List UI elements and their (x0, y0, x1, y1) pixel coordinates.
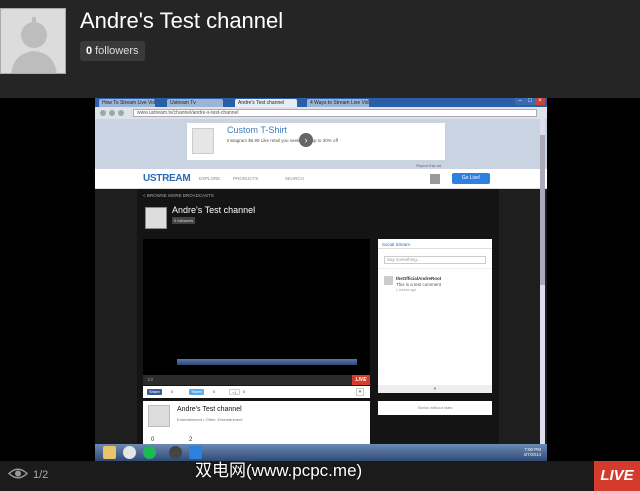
inner-scrollbar (540, 119, 545, 444)
tshirt-icon (192, 128, 214, 154)
viewer-count: 1/2 (33, 469, 49, 481)
chrome-icon (123, 446, 136, 459)
url-field: www.ustream.tv/channel/andre-s-test-chan… (133, 109, 537, 117)
twitter-count: 0 (213, 389, 216, 394)
inner-channel-title: Andre's Test channel (172, 205, 256, 215)
maximize-icon: □ (525, 98, 535, 105)
facebook-count: 0 (171, 389, 174, 394)
post-avatar (384, 276, 393, 285)
gplus-share: +1 (229, 389, 240, 395)
facebook-share: Share (147, 389, 162, 395)
nav-products: PRODUCTS (233, 176, 259, 181)
post-time: 1 minute ago (396, 288, 417, 292)
ustream-navbar: USTREAM EXPLORE PRODUCTS SEARCH Go Live! (95, 169, 547, 189)
channel-avatar[interactable] (0, 8, 66, 74)
user-avatar (430, 174, 440, 184)
social-input: Say something... (384, 256, 486, 264)
inner-video-footer: 1/2 LIVE (143, 375, 370, 385)
nav-explore: EXPLORE (199, 176, 221, 181)
info-meta: Entertainment • Other, Entertainment (177, 417, 243, 422)
social-stream-tab: Social Stream (382, 242, 411, 247)
inner-video (143, 239, 370, 375)
inner-live-badge: LIVE (352, 375, 370, 385)
channel-panel: < BROWSE MORE BROADCASTS Andre's Test ch… (137, 189, 499, 461)
channel-header: Andre's Test channel 0 followers (0, 0, 640, 98)
go-live-button: Go Live! (452, 173, 490, 184)
close-icon: × (535, 98, 545, 105)
browser-tab: 4 Ways to Stream Live Vid... (307, 99, 369, 107)
side-card: Status without stats (378, 401, 492, 415)
ustream-logo: USTREAM (143, 173, 191, 184)
default-avatar-icon (1, 9, 65, 73)
live-badge: LIVE (594, 461, 640, 491)
nav-search: SEARCH (285, 176, 304, 181)
browser-tab: Ustream Tv (167, 99, 223, 107)
reload-icon (118, 110, 124, 116)
inner-taskbar (177, 359, 357, 365)
broadcast-video-frame[interactable]: How To Stream Live Vid... Ustream Tv And… (95, 98, 547, 461)
info-stat: 2 (189, 437, 193, 443)
ad-subtitle: Instagram $6.99 Like retail you seek? Ge… (227, 138, 338, 143)
info-stat: 0 (151, 437, 155, 443)
back-link: < BROWSE MORE BROADCASTS (143, 193, 214, 198)
ad-title: Custom T-Shirt (227, 125, 287, 135)
taskbar-clock: 7:00 PM 4/7/2014 (523, 447, 541, 457)
chevron-down-icon: ▾ (356, 388, 364, 396)
watermark: 双电网(www.pcpc.me) (195, 461, 363, 480)
social-stream: Social Stream Say something... theOffici… (378, 239, 492, 393)
post-user: theOfficialAndreRoot (396, 276, 442, 281)
gplus-count: 0 (243, 389, 246, 394)
channel-page: < BROWSE MORE BROADCASTS Andre's Test ch… (95, 189, 547, 461)
media-icon (169, 446, 182, 459)
twitter-share: Tweet (189, 389, 204, 395)
back-icon (100, 110, 106, 116)
info-avatar (148, 405, 170, 427)
share-row: Share 0 Tweet 0 +1 0 ▾ (143, 386, 370, 398)
followers-badge[interactable]: 0 followers (80, 41, 145, 61)
spotify-icon (143, 446, 156, 459)
browser-address-bar: www.ustream.tv/channel/andre-s-test-chan… (95, 107, 547, 119)
inner-views: 1/2 (147, 377, 154, 382)
inner-followers: 0 followers (172, 217, 196, 224)
browser-tab: How To Stream Live Vid... (99, 99, 155, 107)
folder-icon (103, 446, 116, 459)
followers-label: followers (95, 45, 139, 57)
ad-box: Custom T-Shirt Instagram $6.99 Like reta… (187, 123, 445, 160)
inner-avatar (145, 207, 167, 229)
ad-caption: Report this ad (416, 163, 441, 168)
channel-title: Andre's Test channel (80, 8, 284, 33)
social-footer: ▼ (378, 385, 492, 393)
browser-tab-bar: How To Stream Live Vid... Ustream Tv And… (95, 98, 547, 107)
browser-tab-active: Andre's Test channel (235, 99, 297, 107)
eye-icon (8, 468, 28, 479)
followers-count: 0 (86, 45, 93, 57)
forward-icon (109, 110, 115, 116)
ad-banner: Custom T-Shirt Instagram $6.99 Like reta… (95, 119, 547, 169)
clock-date: 4/7/2014 (523, 452, 541, 457)
post-text: This is a test comment (396, 282, 442, 287)
minimize-icon: – (515, 98, 525, 105)
chevron-right-icon: › (299, 133, 313, 147)
info-title: Andre's Test channel (177, 406, 242, 413)
